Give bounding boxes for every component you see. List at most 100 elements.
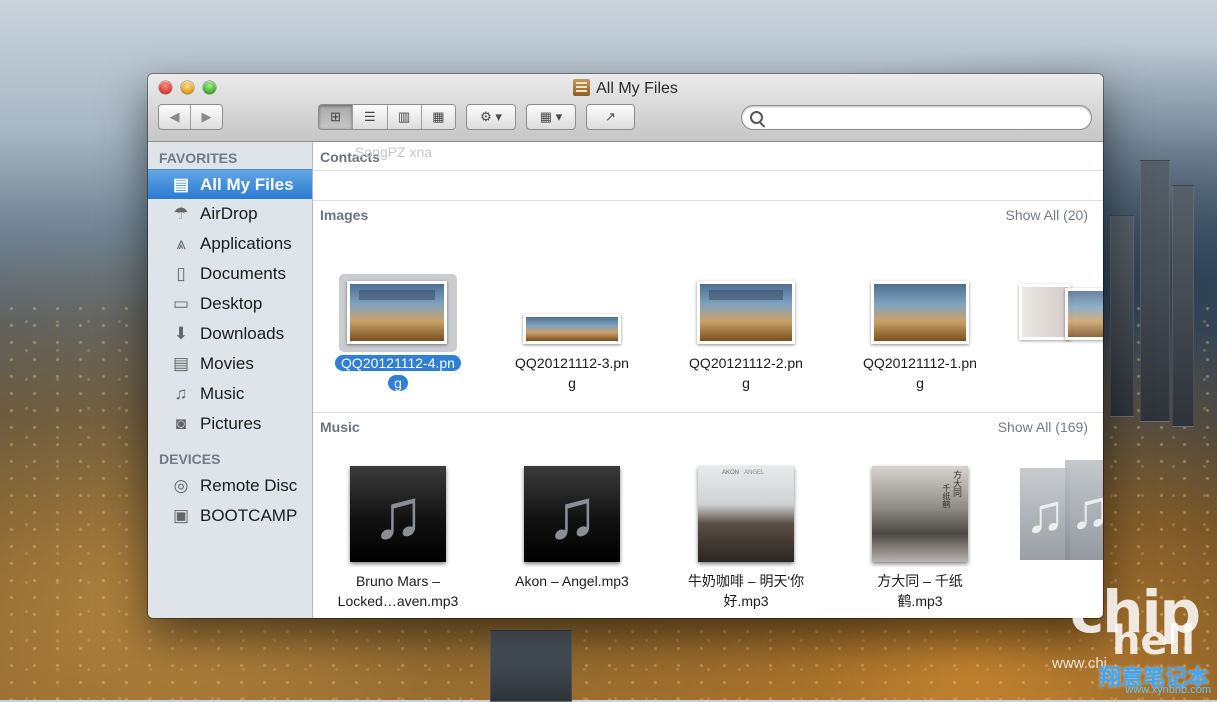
music-show-all-link[interactable]: Show All (169) <box>998 419 1088 435</box>
file-browser: Contacts SongPZ xna Images Show All (20)… <box>313 142 1103 618</box>
wallpaper-tower <box>1172 185 1194 427</box>
column-view-button[interactable]: ▥ <box>387 105 422 129</box>
file-name[interactable]: QQ20121112-2.pn g <box>661 353 831 393</box>
desktop-icon: ▭ <box>172 294 190 313</box>
music-note-icon[interactable]: ♫ <box>350 466 446 562</box>
images-show-all-link[interactable]: Show All (20) <box>1006 207 1088 223</box>
image-thumbnail[interactable] <box>523 314 621 344</box>
file-name[interactable]: Bruno Mars – Locked…aven.mp3 <box>313 571 483 611</box>
file-name-line1: QQ20121112-2.pn <box>689 355 803 371</box>
arrange-button[interactable]: ▦ ▾ <box>526 104 576 130</box>
sidebar-item-label: BOOTCAMP <box>200 506 298 525</box>
music-section-title: Music <box>320 419 360 435</box>
file-name-line1: QQ20121112-3.pn <box>515 355 629 371</box>
music-stack-preview[interactable]: ♫ <box>1065 460 1103 560</box>
music-note-icon[interactable]: ♫ <box>524 466 620 562</box>
downloads-icon: ⬇ <box>173 324 189 343</box>
file-name-line1: QQ20121112-4.pn <box>335 355 461 371</box>
airdrop-icon: ☂ <box>173 204 189 223</box>
file-name[interactable]: 方大同 – 千纸 鹤.mp3 <box>835 571 1005 611</box>
section-divider <box>313 200 1103 201</box>
icon-view-button[interactable]: ⊞ <box>319 105 354 129</box>
image-thumbnail[interactable] <box>871 281 969 344</box>
window-title-text: All My Files <box>596 80 678 97</box>
file-name-line1: QQ20121112-1.pn <box>863 355 977 371</box>
wallpaper-tower <box>1110 215 1134 417</box>
image-stack-preview[interactable] <box>1065 288 1103 340</box>
sidebar-item-pictures[interactable]: ◙ Pictures <box>148 409 312 439</box>
search-input[interactable] <box>768 109 1087 126</box>
title-bar: All My Files ◀ ▶ ⊞ ☰ ▥ ▦ ⚙ ▾ ▦ ▾ ↗ <box>148 74 1103 142</box>
sidebar-item-label: Music <box>200 384 245 403</box>
sidebar-item-label: Pictures <box>200 414 262 433</box>
file-name-line2: 鹤.mp3 <box>897 593 943 609</box>
file-name[interactable]: QQ20121112-1.pn g <box>835 353 1005 393</box>
search-icon <box>750 111 763 124</box>
file-name-line1: Akon – Angel.mp3 <box>515 573 629 589</box>
coverflow-view-button[interactable]: ▦ <box>421 105 455 129</box>
sidebar-item-label: All My Files <box>200 174 294 194</box>
action-gear-button[interactable]: ⚙ ▾ <box>466 104 516 130</box>
sidebar-item-remote-disc[interactable]: ◎ Remote Disc <box>148 471 312 501</box>
devices-header: DEVICES <box>159 451 221 467</box>
sidebar-item-label: AirDrop <box>200 204 258 223</box>
image-stack-preview[interactable] <box>1019 284 1071 340</box>
album-cover-title: 千纸鹤 <box>942 484 951 508</box>
section-divider <box>313 170 1103 171</box>
applications-icon: ⩓ <box>176 234 186 253</box>
sidebar-item-label: Desktop <box>200 294 263 313</box>
view-switcher: ⊞ ☰ ▥ ▦ <box>318 104 456 130</box>
sidebar-item-music[interactable]: ♫ Music <box>148 379 312 409</box>
file-name-line1: 牛奶咖啡 – 明天'你 <box>687 573 805 589</box>
all-files-icon: ▤ <box>172 174 190 194</box>
forward-button[interactable]: ▶ <box>191 105 222 129</box>
finder-window: All My Files ◀ ▶ ⊞ ☰ ▥ ▦ ⚙ ▾ ▦ ▾ ↗ FAVOR… <box>148 74 1103 618</box>
file-name-selected[interactable]: QQ20121112-4.pn g <box>313 353 483 393</box>
file-name[interactable]: QQ20121112-3.pn g <box>487 353 657 393</box>
file-name-line2: g <box>916 375 924 391</box>
images-section-title: Images <box>320 207 369 223</box>
sidebar-item-movies[interactable]: ▤ Movies <box>148 349 312 379</box>
back-forward-control: ◀ ▶ <box>158 104 223 130</box>
window-title: All My Files <box>148 79 1103 98</box>
album-cover-akon[interactable]: AKON ANGEL <box>698 466 794 562</box>
file-name-line1: 方大同 – 千纸 <box>877 573 963 589</box>
favorites-header: FAVORITES <box>159 150 238 166</box>
album-cover-fang-datong[interactable]: 方大同 千纸鹤 <box>872 466 968 562</box>
back-button[interactable]: ◀ <box>159 105 191 129</box>
bootcamp-drive-icon: ▣ <box>172 506 190 525</box>
sidebar-item-bootcamp[interactable]: ▣ BOOTCAMP <box>148 501 312 531</box>
file-name-line2: g <box>568 375 576 391</box>
file-name-line1: Bruno Mars – <box>355 573 441 589</box>
watermark-brand2: hell <box>1111 618 1195 664</box>
list-view-button[interactable]: ☰ <box>353 105 388 129</box>
file-name-line2: 好.mp3 <box>723 593 769 609</box>
remote-disc-icon: ◎ <box>173 476 189 495</box>
image-thumbnail[interactable] <box>697 281 795 344</box>
search-field[interactable] <box>741 105 1092 130</box>
sidebar-item-documents[interactable]: ▯ Documents <box>148 259 312 289</box>
image-thumbnail[interactable] <box>347 281 447 344</box>
all-files-icon <box>573 79 591 96</box>
music-stack-preview[interactable]: ♫ <box>1020 468 1070 560</box>
file-name[interactable]: Akon – Angel.mp3 <box>487 571 657 591</box>
sidebar-item-label: Remote Disc <box>200 476 298 495</box>
album-cover-title: ANGEL <box>744 470 765 476</box>
sidebar-item-airdrop[interactable]: ☂ AirDrop <box>148 199 312 229</box>
music-icon: ♫ <box>174 384 188 403</box>
share-button[interactable]: ↗ <box>586 104 635 130</box>
sidebar-item-label: Documents <box>200 264 286 283</box>
sidebar-item-desktop[interactable]: ▭ Desktop <box>148 289 312 319</box>
sidebar-item-applications[interactable]: ⩓ Applications <box>148 229 312 259</box>
sidebar-item-label: Applications <box>200 234 292 253</box>
file-name-line2: g <box>388 375 408 391</box>
album-cover-artist: AKON <box>722 470 740 476</box>
movies-icon: ▤ <box>172 354 190 373</box>
sidebar-item-downloads[interactable]: ⬇ Downloads <box>148 319 312 349</box>
sidebar-item-label: Movies <box>200 354 254 373</box>
file-name[interactable]: 牛奶咖啡 – 明天'你 好.mp3 <box>661 571 831 611</box>
sidebar-item-all-my-files[interactable]: ▤ All My Files <box>148 169 312 199</box>
section-divider <box>313 412 1103 413</box>
watermark-site-url: www.xynbnb.com <box>1125 684 1211 696</box>
contacts-ghost-text: SongPZ xna <box>355 144 433 160</box>
